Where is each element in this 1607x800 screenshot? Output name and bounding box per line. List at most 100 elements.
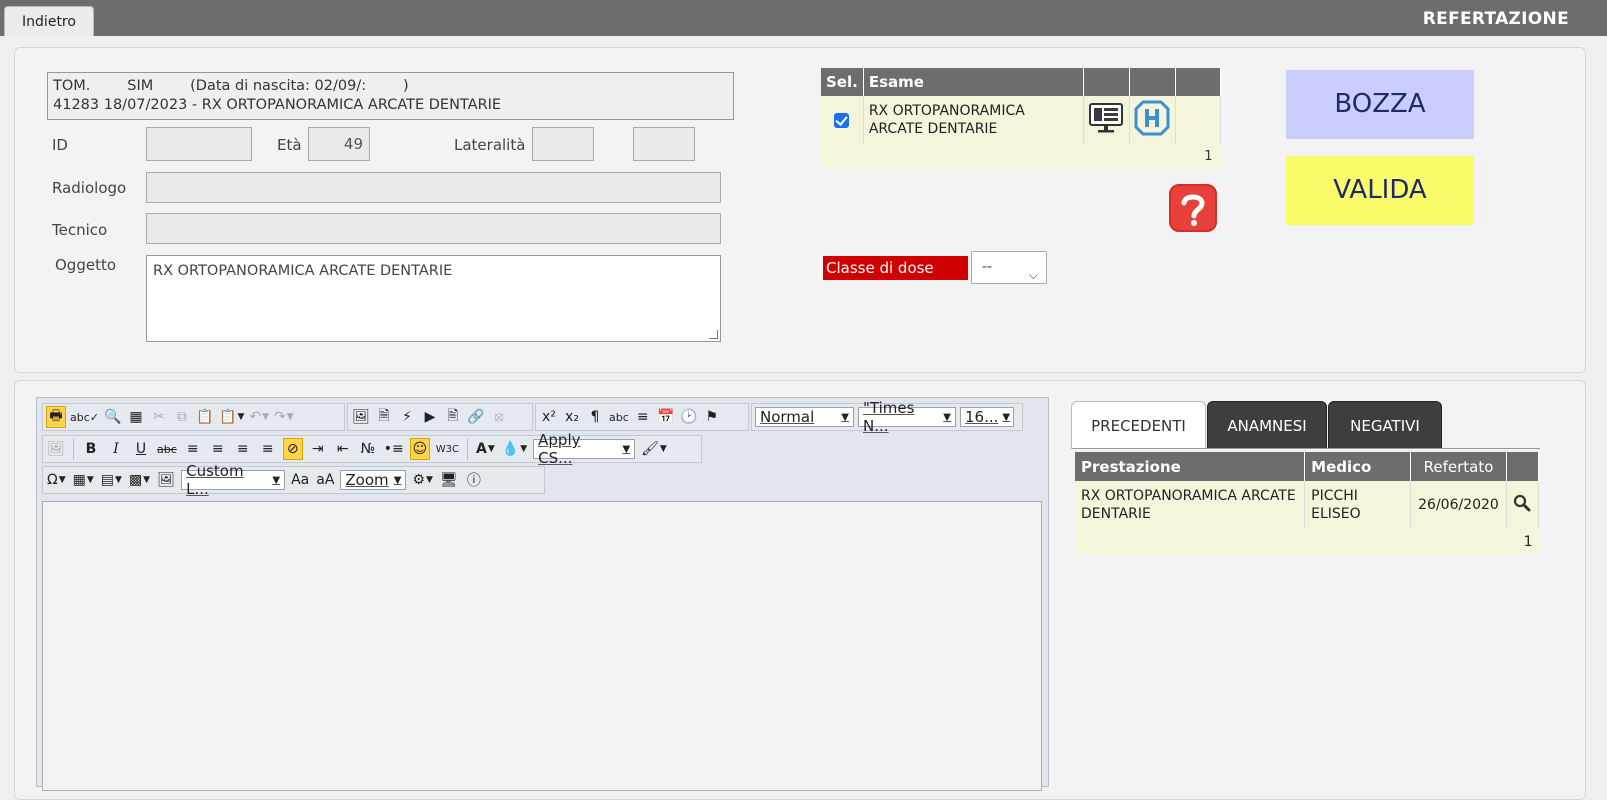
format-stripper-icon[interactable]: ⚑ xyxy=(702,406,722,428)
font-size-dropdown[interactable]: 16... ▼ xyxy=(960,407,1014,427)
dose-class-select[interactable]: -- ⌵ xyxy=(971,251,1047,284)
image-icon[interactable]: 🖼 xyxy=(351,406,371,428)
paragraph-icon[interactable]: ¶ xyxy=(585,406,605,428)
draft-button[interactable]: BOZZA xyxy=(1286,70,1474,139)
technician-field[interactable] xyxy=(146,213,721,244)
indent-icon[interactable]: ⇥ xyxy=(308,438,328,460)
flash-icon[interactable]: ⚡ xyxy=(397,406,417,428)
word-paste-icon[interactable]: ☺ xyxy=(409,438,430,460)
outdent-icon[interactable]: ⇤ xyxy=(333,438,353,460)
bullet-list-icon[interactable]: •≡ xyxy=(383,438,405,460)
strikethrough-icon[interactable]: abc xyxy=(156,438,178,460)
image-manager-icon[interactable]: 🖼 xyxy=(156,469,176,491)
id-field[interactable] xyxy=(146,127,252,161)
select-all-icon[interactable]: ▦ xyxy=(126,406,146,428)
extra-field[interactable] xyxy=(633,127,695,161)
age-field[interactable]: 49 xyxy=(308,127,370,161)
prev-view-cell xyxy=(1506,481,1540,529)
document-icon[interactable]: 🗎 xyxy=(374,406,394,428)
subject-textarea[interactable]: RX ORTOPANORAMICA ARCATE DENTARIE xyxy=(146,255,721,342)
table-icon[interactable]: ▦ ▼ xyxy=(72,469,95,491)
snippet-icon[interactable]: ▩ ▼ xyxy=(128,469,151,491)
italic-icon[interactable]: I xyxy=(106,438,126,460)
table-row: RX ORTOPANORAMICA ARCATE DENTARIE xyxy=(821,96,1222,144)
exam-select-checkbox[interactable] xyxy=(834,112,850,128)
subscript-icon[interactable]: x₂ xyxy=(562,406,582,428)
lowercase-icon[interactable]: aA xyxy=(315,469,335,491)
redo-icon[interactable]: ↷ ▼ xyxy=(273,406,295,428)
font-color-icon[interactable]: A ▼ xyxy=(475,438,496,460)
link-icon[interactable]: 🔗 xyxy=(466,406,486,428)
text-spellcheck-icon[interactable]: abc xyxy=(608,406,630,428)
uppercase-icon[interactable]: Aa xyxy=(290,469,310,491)
modules-icon[interactable]: ⚙ ▼ xyxy=(411,469,433,491)
resize-grip-icon[interactable] xyxy=(709,330,718,339)
image-placeholder-icon[interactable]: 🖼 xyxy=(46,438,66,460)
back-tab[interactable]: Indietro xyxy=(4,6,94,36)
search-icon[interactable] xyxy=(1513,494,1531,512)
align-left-icon[interactable]: ≡ xyxy=(183,438,203,460)
toolbar-group-format: x² x₂ ¶ abc ≡ 📅 🕑 ⚑ xyxy=(535,403,749,431)
print-icon[interactable]: 🖶 xyxy=(46,406,66,428)
subject-text: RX ORTOPANORAMICA ARCATE DENTARIE xyxy=(153,263,453,279)
image-viewer-icon[interactable] xyxy=(1087,101,1125,135)
exam-table: Sel. Esame RX ORTOPANORAMICA ARCATE DENT… xyxy=(821,68,1222,169)
numbered-list-icon[interactable]: № xyxy=(358,438,378,460)
info-icon[interactable]: ⓘ xyxy=(464,469,484,491)
chevron-down-icon: ⌵ xyxy=(1028,268,1038,282)
toolbar-divider xyxy=(467,438,469,460)
clear-format-icon[interactable]: ⊘ xyxy=(282,438,303,460)
cut-icon[interactable]: ✂ xyxy=(149,406,169,428)
find-icon[interactable]: 🔍 xyxy=(103,406,123,428)
preview-icon[interactable]: 🖥 xyxy=(439,469,459,491)
underline-icon[interactable]: U xyxy=(131,438,151,460)
unlink-icon[interactable]: ⦻ xyxy=(489,406,509,428)
chevron-down-icon: ▼ xyxy=(1002,411,1011,423)
align-justify-icon[interactable]: ≡ xyxy=(258,438,278,460)
radiologist-field[interactable] xyxy=(146,172,721,203)
highlight-color-icon[interactable]: 💧 ▼ xyxy=(501,438,528,460)
help-icon[interactable] xyxy=(1169,184,1217,232)
toolbar-group-fonts: Normal ▼ "Times N... ▼ 16... ▼ xyxy=(751,399,1023,435)
copy-icon[interactable]: ⧉ xyxy=(172,406,192,428)
bold-icon[interactable]: B xyxy=(81,438,101,460)
calendar-icon[interactable]: 📅 xyxy=(656,406,676,428)
tab-negativi[interactable]: NEGATIVI xyxy=(1328,401,1442,449)
prev-col-doctor: Medico xyxy=(1304,452,1411,481)
custom-links-dropdown[interactable]: Custom L... ▼ xyxy=(181,462,286,498)
spellcheck-icon[interactable]: abc✓ xyxy=(69,406,100,428)
apply-css-value: Apply CS... xyxy=(538,431,581,467)
superscript-icon[interactable]: x² xyxy=(539,406,559,428)
align-paragraph-icon[interactable]: ≡ xyxy=(633,406,653,428)
special-char-icon[interactable]: Ω ▼ xyxy=(46,469,67,491)
prev-pager[interactable]: 1 xyxy=(1075,529,1539,554)
clock-icon[interactable]: 🕑 xyxy=(679,406,699,428)
laterality-field[interactable] xyxy=(532,127,594,161)
template-icon[interactable]: 🖹 xyxy=(443,406,463,428)
toolbar-group-insert: 🖼 🗎 ⚡ ▶ 🖹 🔗 ⦻ xyxy=(347,403,533,431)
media-icon[interactable]: ▶ xyxy=(420,406,440,428)
patient-info-box: TOM. SIM (Data di nascita: 02/09/: ) 412… xyxy=(47,72,734,120)
prev-col-reported: Refertato xyxy=(1410,452,1507,481)
validate-button[interactable]: VALIDA xyxy=(1286,156,1474,225)
toolbar-row-2: 🖼 B I U abc ≡ ≡ ≡ ≡ ⊘ ⇥ ⇤ № •≡ ☺ W3C A ▼ … xyxy=(42,431,702,467)
tab-anamnesi[interactable]: ANAMNESI xyxy=(1207,401,1327,449)
format-painter-icon[interactable]: 🖌 ▼ xyxy=(640,438,668,460)
align-right-icon[interactable]: ≡ xyxy=(233,438,253,460)
form-icon[interactable]: ▤ ▼ xyxy=(100,469,123,491)
paragraph-style-dropdown[interactable]: Normal ▼ xyxy=(755,407,854,427)
tab-precedenti[interactable]: PRECEDENTI xyxy=(1071,401,1206,449)
w3c-validate-icon[interactable]: W3C xyxy=(435,438,460,460)
toolbar-divider xyxy=(73,438,74,460)
exam-pager[interactable]: 1 xyxy=(821,144,1221,169)
font-family-dropdown[interactable]: "Times N... ▼ xyxy=(858,399,956,435)
zoom-dropdown[interactable]: Zoom ▼ xyxy=(340,470,407,490)
paste-icon[interactable]: 📋 xyxy=(195,406,215,428)
hospital-system-icon[interactable] xyxy=(1133,99,1171,137)
editor-content-area[interactable] xyxy=(42,501,1042,791)
align-center-icon[interactable]: ≡ xyxy=(208,438,228,460)
undo-icon[interactable]: ↶ ▼ xyxy=(248,406,270,428)
paste-special-icon[interactable]: 📋 ▼ xyxy=(218,406,245,428)
apply-css-dropdown[interactable]: Apply CS... ▼ xyxy=(533,431,636,467)
question-mark-icon xyxy=(1181,194,1205,226)
